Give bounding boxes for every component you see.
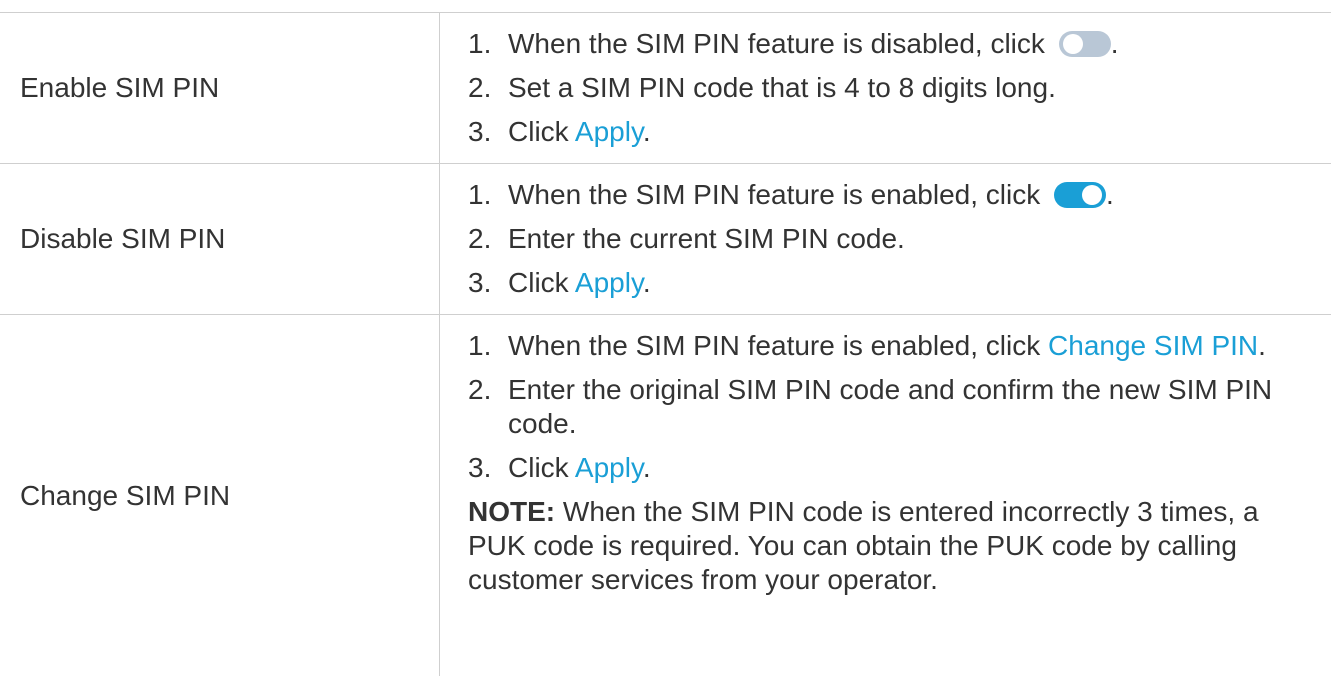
step-item: 3. Click Apply. bbox=[468, 451, 1317, 485]
step-punct: . bbox=[1110, 28, 1119, 59]
step-number: 3. bbox=[468, 267, 492, 298]
step-item: 1. When the SIM PIN feature is enabled, … bbox=[468, 178, 1317, 212]
step-punct: . bbox=[642, 116, 651, 147]
step-number: 2. bbox=[468, 72, 492, 103]
step-number: 2. bbox=[468, 374, 492, 405]
row-steps: 1. When the SIM PIN feature is disabled,… bbox=[440, 13, 1331, 163]
step-item: 3. Click Apply. bbox=[468, 115, 1317, 149]
step-punct: . bbox=[1258, 330, 1266, 361]
step-item: 1. When the SIM PIN feature is enabled, … bbox=[468, 329, 1317, 363]
step-text: Click bbox=[508, 267, 569, 298]
step-number: 3. bbox=[468, 116, 492, 147]
row-steps: 1. When the SIM PIN feature is enabled, … bbox=[440, 315, 1331, 676]
step-item: 2. Set a SIM PIN code that is 4 to 8 dig… bbox=[468, 71, 1317, 105]
step-punct: . bbox=[1106, 179, 1114, 210]
step-text: Click bbox=[508, 116, 569, 147]
step-text: When the SIM PIN feature is disabled, cl… bbox=[508, 28, 1045, 59]
row-label: Disable SIM PIN bbox=[0, 164, 440, 314]
step-punct: . bbox=[642, 267, 651, 298]
step-item: 1. When the SIM PIN feature is disabled,… bbox=[468, 27, 1317, 61]
note-label: NOTE: bbox=[468, 496, 556, 527]
step-number: 1. bbox=[468, 330, 492, 361]
toggle-on-icon bbox=[1054, 182, 1107, 208]
toggle-off-icon bbox=[1058, 31, 1111, 57]
step-number: 1. bbox=[468, 179, 492, 210]
table-row-enable-sim-pin: Enable SIM PIN 1. When the SIM PIN featu… bbox=[0, 13, 1331, 164]
step-text: When the SIM PIN feature is enabled, cli… bbox=[508, 179, 1041, 210]
step-text: Set a SIM PIN code that is 4 to 8 digits… bbox=[508, 72, 1056, 103]
row-label: Change SIM PIN bbox=[0, 315, 440, 676]
step-text: Enter the current SIM PIN code. bbox=[508, 223, 905, 254]
table-row-disable-sim-pin: Disable SIM PIN 1. When the SIM PIN feat… bbox=[0, 164, 1331, 315]
apply-link[interactable]: Apply bbox=[575, 267, 643, 298]
step-number: 1. bbox=[468, 28, 492, 59]
sim-pin-table: Enable SIM PIN 1. When the SIM PIN featu… bbox=[0, 12, 1331, 676]
step-text: Enter the original SIM PIN code and conf… bbox=[508, 374, 1273, 439]
table-row-change-sim-pin: Change SIM PIN 1. When the SIM PIN featu… bbox=[0, 315, 1331, 676]
note-text: When the SIM PIN code is entered incorre… bbox=[468, 496, 1259, 595]
step-text: When the SIM PIN feature is enabled, cli… bbox=[508, 330, 1041, 361]
row-label: Enable SIM PIN bbox=[0, 13, 440, 163]
row-steps: 1. When the SIM PIN feature is enabled, … bbox=[440, 164, 1331, 314]
step-item: 2. Enter the original SIM PIN code and c… bbox=[468, 373, 1317, 441]
step-item: 3. Click Apply. bbox=[468, 266, 1317, 300]
change-sim-pin-link[interactable]: Change SIM PIN bbox=[1048, 330, 1258, 361]
step-number: 2. bbox=[468, 223, 492, 254]
step-number: 3. bbox=[468, 452, 492, 483]
step-item: 2. Enter the current SIM PIN code. bbox=[468, 222, 1317, 256]
apply-link[interactable]: Apply bbox=[575, 116, 643, 147]
note: NOTE: When the SIM PIN code is entered i… bbox=[468, 495, 1317, 597]
step-punct: . bbox=[642, 452, 651, 483]
apply-link[interactable]: Apply bbox=[575, 452, 643, 483]
step-text: Click bbox=[508, 452, 569, 483]
